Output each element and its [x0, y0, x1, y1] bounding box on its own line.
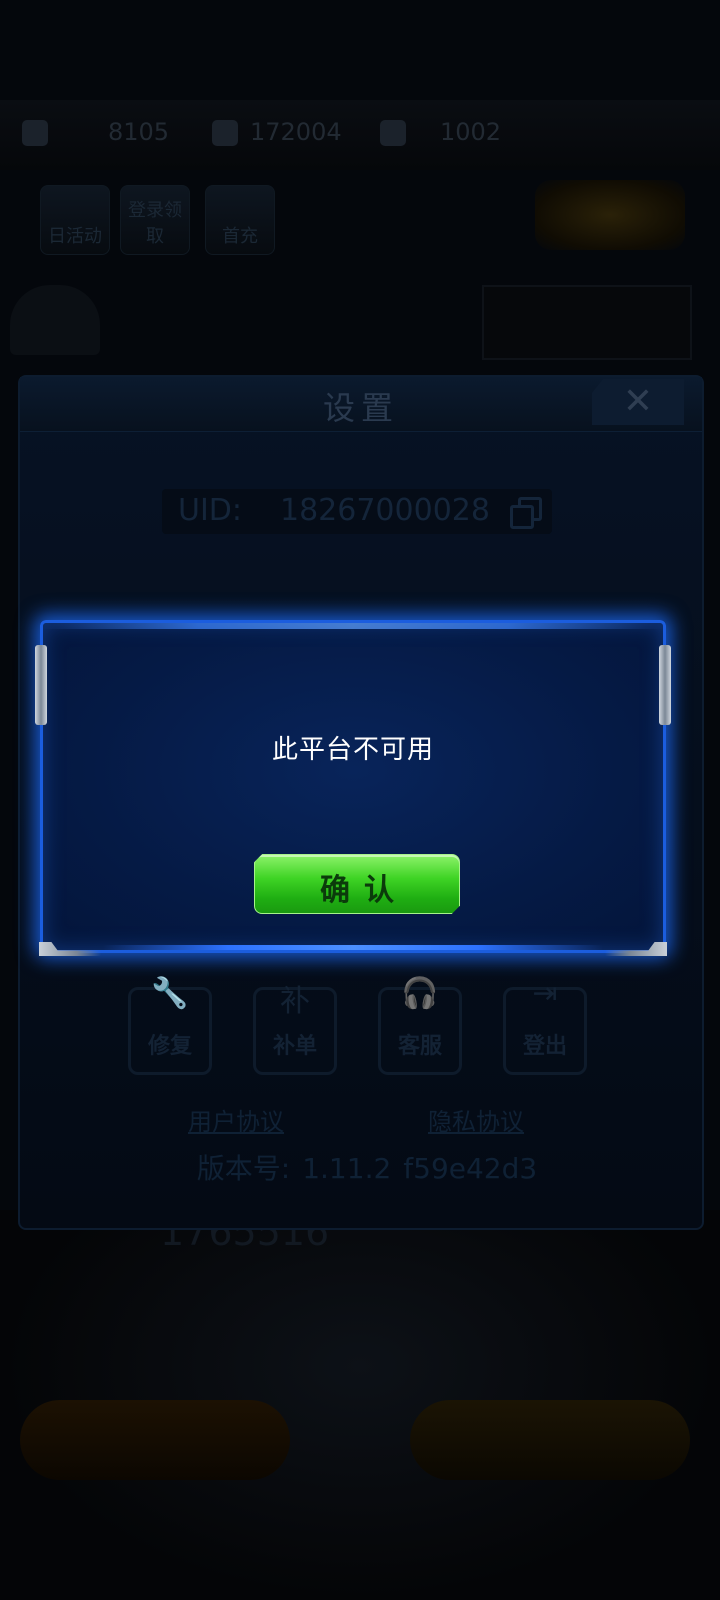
close-button[interactable]: ✕	[592, 379, 684, 425]
event-icon[interactable]: 日活动	[40, 185, 110, 255]
right-bracket-ornament	[659, 645, 671, 725]
resupply-button[interactable]: 补 补单	[253, 984, 337, 1075]
document-icon: 补	[280, 984, 310, 1019]
bottom-left-button[interactable]	[20, 1400, 290, 1480]
dialog-top-glow	[43, 623, 663, 629]
customer-service-label: 客服	[397, 1034, 442, 1059]
version-info: 版本号: 1.11.2 f59e42d3	[20, 1147, 702, 1187]
user-agreement-link[interactable]: 用户协议	[188, 1102, 284, 1137]
close-icon: ✕	[622, 381, 654, 422]
diamond-value: 1002	[440, 118, 502, 146]
dialog-bottom-glow	[103, 945, 603, 950]
logout-button[interactable]: ⇥ 登出	[503, 976, 587, 1075]
version-hash: f59e42d3	[403, 1152, 538, 1185]
uid-label: UID:	[178, 493, 243, 528]
uid-box: UID: 18267000028	[162, 489, 552, 534]
repair-button[interactable]: 🔧 修复	[128, 976, 212, 1075]
version-label: 版本号:	[196, 1152, 291, 1185]
settings-header: 设置 ✕	[20, 377, 702, 432]
gold-value: 172004	[250, 118, 342, 146]
logout-label: 登出	[522, 1034, 567, 1059]
left-corner-ornament	[39, 942, 101, 956]
event-badge[interactable]	[535, 180, 685, 250]
logout-icon: ⇥	[532, 976, 558, 1011]
confirm-button[interactable]: 确认	[254, 854, 460, 914]
uid-value: 18267000028	[280, 493, 490, 528]
function-row: 🔧 修复 补 补单 🎧 客服 ⇥ 登出	[120, 976, 620, 1087]
resource-value: 8105	[108, 118, 170, 146]
wrench-icon: 🔧	[151, 976, 189, 1011]
login-reward-icon[interactable]: 登录领取	[120, 185, 190, 255]
character-portrait	[10, 285, 100, 355]
privacy-policy-link[interactable]: 隐私协议	[428, 1102, 524, 1137]
diamond-icon	[380, 120, 406, 146]
alert-dialog: 此平台不可用 确认	[35, 620, 671, 956]
copy-icon[interactable]	[510, 497, 542, 529]
headset-icon: 🎧	[401, 976, 439, 1011]
resource-icon	[22, 120, 48, 146]
customer-service-button[interactable]: 🎧 客服	[378, 976, 462, 1075]
bottom-right-button[interactable]	[410, 1400, 690, 1480]
right-corner-ornament	[605, 942, 667, 956]
bottom-scene: 1765516	[0, 1210, 720, 1600]
left-bracket-ornament	[35, 645, 47, 725]
gold-icon	[212, 120, 238, 146]
version-number: 1.11.2	[302, 1152, 392, 1185]
resupply-label: 补单	[272, 1034, 317, 1059]
first-charge-icon[interactable]: 首充	[205, 185, 275, 255]
confirm-label: 确认	[320, 873, 408, 908]
alert-message: 此平台不可用	[271, 735, 434, 765]
promo-banner[interactable]	[482, 285, 692, 360]
repair-label: 修复	[147, 1034, 192, 1059]
